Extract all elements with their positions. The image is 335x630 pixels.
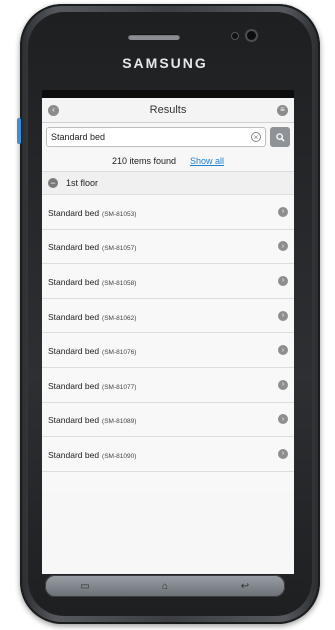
side-key [17, 118, 21, 144]
chevron-right-icon: › [278, 345, 288, 356]
item-code: (SM-81089) [102, 418, 137, 426]
earpiece-speaker [128, 34, 180, 40]
item-label: Standard bed [48, 415, 100, 426]
front-camera [247, 31, 256, 40]
chevron-right-icon: › [278, 379, 288, 390]
item-label: Standard bed [48, 242, 100, 253]
list-item[interactable]: Standard bed (SM-81062) › [42, 298, 294, 334]
list-item[interactable]: Standard bed (SM-81077) › [42, 367, 294, 403]
item-code: (SM-81058) [102, 279, 137, 287]
item-label: Standard bed [48, 311, 100, 322]
item-label: Standard bed [48, 276, 100, 287]
search-bar: × [42, 123, 294, 151]
back-key[interactable]: ↩ [215, 581, 275, 592]
chevron-right-icon: › [278, 275, 288, 286]
list-item[interactable]: Standard bed (SM-81089) › [42, 402, 294, 438]
home-key[interactable]: ⌂ [135, 581, 195, 592]
section-title: 1st floor [66, 178, 99, 188]
back-icon[interactable]: ‹ [48, 104, 59, 116]
chevron-right-icon: › [278, 448, 288, 459]
hardware-nav-bar: ▭ ⌂ ↩ [45, 575, 285, 597]
item-code: (SM-81062) [102, 314, 137, 322]
item-text: Standard bed (SM-81062) [48, 307, 136, 325]
item-code: (SM-81053) [102, 210, 137, 218]
item-text: Standard bed (SM-81077) [48, 376, 136, 394]
results-list: Standard bed (SM-81053) › Standard bed (SM… [42, 195, 294, 492]
item-code: (SM-81077) [102, 383, 137, 391]
clear-icon[interactable]: × [251, 132, 261, 142]
list-item-partial[interactable] [42, 471, 294, 492]
list-item[interactable]: Standard bed (SM-81090) › [42, 437, 294, 472]
results-count: 210 items found [111, 156, 176, 166]
recent-apps-key[interactable]: ▭ [55, 581, 115, 592]
item-text: Standard bed (SM-81090) [48, 445, 136, 463]
brand-logo: SAMSUNG [122, 55, 208, 71]
search-field: × [46, 127, 266, 147]
chevron-right-icon: › [278, 241, 288, 252]
chevron-right-icon: › [278, 206, 288, 217]
item-code: (SM-81090) [102, 452, 137, 460]
list-item[interactable]: Standard bed (SM-81053) › [42, 195, 294, 230]
item-text: Standard bed (SM-81057) [48, 237, 136, 255]
item-text: Standard bed (SM-81053) [48, 203, 136, 221]
search-icon [275, 132, 285, 142]
item-label: Standard bed [48, 346, 100, 357]
show-all-link[interactable]: Show all [190, 156, 224, 166]
item-text: Standard bed (SM-81058) [48, 272, 136, 290]
menu-icon[interactable]: ≡ [277, 104, 288, 116]
page-title: Results [149, 104, 187, 116]
item-text: Standard bed (SM-81076) [48, 341, 136, 359]
item-code: (SM-81076) [102, 349, 137, 357]
proximity-sensor [232, 33, 238, 39]
search-button[interactable] [270, 127, 290, 147]
results-summary: 210 items found Show all [42, 151, 294, 172]
item-label: Standard bed [48, 380, 100, 391]
item-code: (SM-81057) [102, 245, 137, 253]
section-header-1st-floor[interactable]: − 1st floor [42, 172, 294, 195]
results-header: ‹ Results ≡ [42, 98, 294, 123]
search-input[interactable] [51, 132, 251, 142]
item-label: Standard bed [48, 449, 100, 460]
minus-circle-icon[interactable]: − [48, 178, 58, 188]
list-item[interactable]: Standard bed (SM-81076) › [42, 333, 294, 368]
screen: ‹ Results ≡ × 210 items found Show all −… [42, 90, 294, 574]
list-item[interactable]: Standard bed (SM-81058) › [42, 264, 294, 299]
item-label: Standard bed [48, 207, 100, 218]
list-item[interactable]: Standard bed (SM-81057) › [42, 229, 294, 265]
chevron-right-icon: › [278, 414, 288, 425]
item-text: Standard bed (SM-81089) [48, 410, 136, 428]
chevron-right-icon: › [278, 310, 288, 321]
